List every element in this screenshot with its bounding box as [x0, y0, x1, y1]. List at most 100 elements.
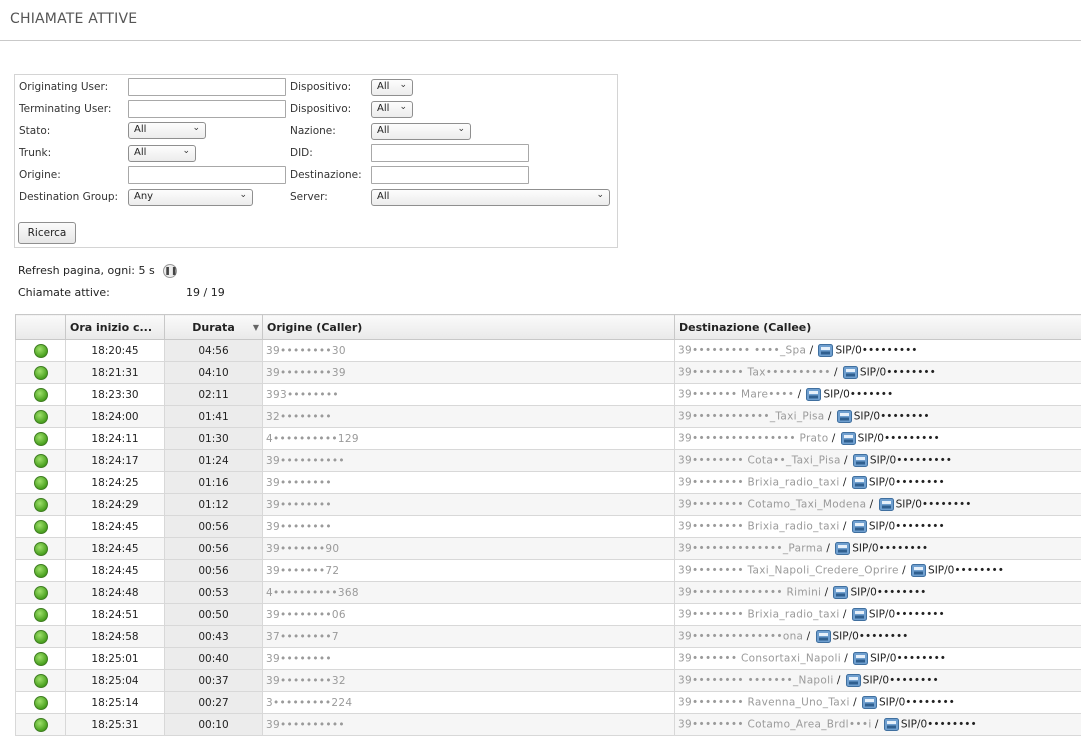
callee-sip: SIP/0•••••••• — [868, 520, 945, 533]
callee-column-header[interactable]: Destinazione (Callee) — [674, 314, 1081, 340]
table-row[interactable]: 18:20:45 04:56 39••••••••30 39••••••••• … — [15, 339, 1081, 362]
dispositivo-terminating-select[interactable]: All ⌄ — [371, 101, 413, 118]
table-row[interactable]: 18:25:04 00:37 39••••••••32 39•••••••• •… — [15, 669, 1081, 692]
active-calls-table: Ora inizio c... Durata ▼ Origine (Caller… — [15, 314, 1081, 736]
status-column-header[interactable] — [15, 314, 66, 340]
sort-desc-icon[interactable]: ▼ — [253, 323, 259, 332]
origine-input[interactable] — [128, 166, 286, 184]
status-active-icon — [33, 673, 48, 688]
callee-name: 39•••••••• Brixia_radio_taxi — [678, 608, 840, 621]
start-time-cell: 18:24:11 — [65, 427, 165, 450]
terminating-user-label: Terminating User: — [19, 103, 112, 115]
callee-cell: 39•••••••• Cotamo_Taxi_Modena / SIP/0•••… — [674, 493, 1081, 516]
destination-group-select[interactable]: Any ⌄ — [128, 189, 253, 206]
callee-name: 39•••••••• Cotamo_Area_Brdl•••i — [678, 718, 872, 731]
phone-icon — [851, 608, 867, 621]
callee-cell: 39•••••••• Taxi_Napoli_Credere_Oprire / … — [674, 559, 1081, 582]
phone-icon — [833, 586, 849, 599]
page-title: CHIAMATE ATTIVE — [10, 11, 138, 27]
start-time-cell: 18:25:31 — [65, 713, 165, 736]
callee-cell: 39•••••••• Brixia_radio_taxi / SIP/0••••… — [674, 603, 1081, 626]
dispositivo-originating-select[interactable]: All ⌄ — [371, 79, 413, 96]
duration-cell: 04:10 — [164, 361, 263, 384]
table-row[interactable]: 18:21:31 04:10 39••••••••39 39•••••••• T… — [15, 361, 1081, 384]
duration-cell: 01:12 — [164, 493, 263, 516]
table-header-row: Ora inizio c... Durata ▼ Origine (Caller… — [15, 314, 1081, 340]
table-row[interactable]: 18:23:30 02:11 393•••••••• 39••••••• Mar… — [15, 383, 1081, 406]
active-calls-label: Chiamate attive: — [18, 286, 110, 299]
start-time-column-header[interactable]: Ora inizio c... — [65, 314, 165, 340]
pause-icon[interactable]: ❚❚ — [163, 264, 178, 278]
phone-icon — [815, 630, 831, 643]
callee-cell: 39••••••••• ••••_Spa / SIP/0••••••••• — [674, 339, 1081, 362]
phone-icon — [845, 674, 861, 687]
table-row[interactable]: 18:24:11 01:30 4••••••••••129 39••••••••… — [15, 427, 1081, 450]
trunk-value: All — [134, 147, 147, 158]
nazione-label: Nazione: — [290, 125, 336, 137]
table-row[interactable]: 18:25:14 00:27 3•••••••••224 39•••••••• … — [15, 691, 1081, 714]
status-active-icon — [33, 431, 48, 446]
phone-icon — [818, 344, 834, 357]
callee-cell: 39•••••••• Ravenna_Uno_Taxi / SIP/0•••••… — [674, 691, 1081, 714]
status-cell — [15, 559, 66, 582]
status-active-icon — [33, 365, 48, 380]
terminating-user-input[interactable] — [128, 100, 286, 118]
caller-cell: 39••••••••06 — [262, 603, 675, 626]
status-active-icon — [33, 541, 48, 556]
caller-cell: 39••••••••39 — [262, 361, 675, 384]
table-row[interactable]: 18:24:00 01:41 32•••••••• 39••••••••••••… — [15, 405, 1081, 428]
destinazione-label: Destinazione: — [290, 169, 362, 181]
table-row[interactable]: 18:24:58 00:43 37••••••••7 39•••••••••••… — [15, 625, 1081, 648]
table-row[interactable]: 18:24:17 01:24 39•••••••••• 39•••••••• C… — [15, 449, 1081, 472]
destination-group-label: Destination Group: — [19, 191, 119, 203]
nazione-select[interactable]: All ⌄ — [371, 123, 471, 140]
callee-name: 39•••••••• •••••••_Napoli — [678, 674, 834, 687]
table-row[interactable]: 18:24:45 00:56 39•••••••• 39•••••••• Bri… — [15, 515, 1081, 538]
callee-name: 39••••••••••••_Taxi_Pisa — [678, 410, 825, 423]
table-row[interactable]: 18:24:48 00:53 4••••••••••368 39••••••••… — [15, 581, 1081, 604]
callee-cell: 39••••••••••••••ona / SIP/0•••••••• — [674, 625, 1081, 648]
caller-cell: 39•••••••72 — [262, 559, 675, 582]
chevron-down-icon: ⌄ — [596, 190, 604, 200]
caller-cell: 39•••••••• — [262, 471, 675, 494]
trunk-select[interactable]: All ⌄ — [128, 145, 196, 162]
stato-label: Stato: — [19, 125, 51, 137]
start-time-cell: 18:24:58 — [65, 625, 165, 648]
callee-name: 39••••••• Mare•••• — [678, 388, 795, 401]
phone-icon — [840, 432, 856, 445]
table-row[interactable]: 18:25:01 00:40 39•••••••• 39••••••• Cons… — [15, 647, 1081, 670]
table-row[interactable]: 18:25:31 00:10 39•••••••••• 39•••••••• C… — [15, 713, 1081, 736]
stato-select[interactable]: All ⌄ — [128, 122, 206, 139]
did-input[interactable] — [371, 144, 529, 162]
callee-sip: SIP/0•••••••• — [832, 630, 909, 643]
duration-cell: 00:56 — [164, 537, 263, 560]
caller-cell: 39•••••••• — [262, 515, 675, 538]
status-active-icon — [33, 607, 48, 622]
chevron-down-icon: ⌄ — [192, 123, 200, 133]
callee-cell: 39••••••• Mare•••• / SIP/0••••••• — [674, 383, 1081, 406]
table-row[interactable]: 18:24:45 00:56 39•••••••72 39•••••••• Ta… — [15, 559, 1081, 582]
originating-user-input[interactable] — [128, 78, 286, 96]
phone-icon — [851, 476, 867, 489]
callee-sip: SIP/0•••••••• — [868, 476, 945, 489]
table-row[interactable]: 18:24:45 00:56 39•••••••90 39•••••••••••… — [15, 537, 1081, 560]
destinazione-input[interactable] — [371, 166, 529, 184]
table-row[interactable]: 18:24:51 00:50 39••••••••06 39•••••••• B… — [15, 603, 1081, 626]
table-row[interactable]: 18:24:25 01:16 39•••••••• 39•••••••• Bri… — [15, 471, 1081, 494]
callee-name: 39••••••••••••••_Parma — [678, 542, 824, 555]
callee-cell: 39•••••••• Cotamo_Area_Brdl•••i / SIP/0•… — [674, 713, 1081, 736]
search-button[interactable]: Ricerca — [18, 222, 76, 244]
callee-sip: SIP/0••••••• — [823, 388, 894, 401]
caller-cell: 4••••••••••129 — [262, 427, 675, 450]
phone-icon — [842, 366, 858, 379]
status-active-icon — [33, 387, 48, 402]
duration-column-header[interactable]: Durata ▼ — [164, 314, 263, 340]
refresh-label: Refresh pagina, ogni: 5 s — [18, 264, 155, 277]
caller-column-header[interactable]: Origine (Caller) — [262, 314, 675, 340]
callee-name: 39•••••••• Brixia_radio_taxi — [678, 476, 840, 489]
server-select[interactable]: All ⌄ — [371, 189, 610, 206]
caller-cell: 39•••••••••• — [262, 449, 675, 472]
callee-cell: 39•••••••••••••• Rimini / SIP/0•••••••• — [674, 581, 1081, 604]
status-cell — [15, 669, 66, 692]
table-row[interactable]: 18:24:29 01:12 39•••••••• 39•••••••• Cot… — [15, 493, 1081, 516]
